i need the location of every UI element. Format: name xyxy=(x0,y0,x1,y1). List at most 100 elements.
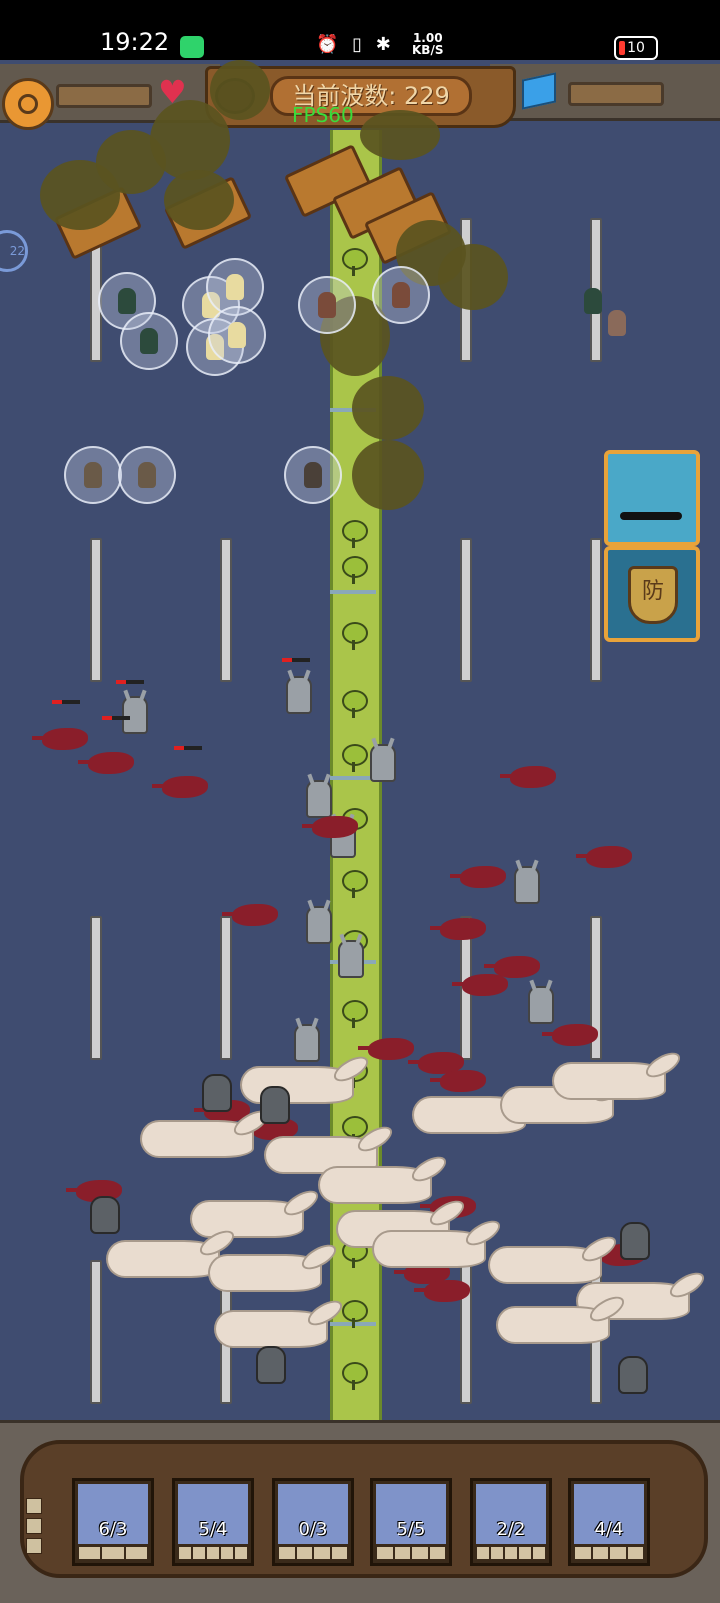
unit-traits xyxy=(179,1547,247,1559)
network-speed-unit: KB/S xyxy=(412,43,444,57)
tree-icon xyxy=(342,622,368,652)
rat-enemy xyxy=(452,974,508,996)
tree-icon xyxy=(342,1000,368,1030)
skeleton-enemy xyxy=(338,940,364,978)
rat-enemy xyxy=(358,1038,414,1060)
skeleton-enemy xyxy=(514,866,540,904)
smoke-cloud xyxy=(352,440,424,510)
lane-post xyxy=(590,538,602,682)
unit-card-catapult[interactable]: 5/5 xyxy=(370,1478,452,1566)
shielded-unit xyxy=(118,446,176,504)
sword-icon xyxy=(620,512,682,520)
resource-bar xyxy=(568,82,664,106)
unit-card-pistoleer[interactable]: 5/4 xyxy=(172,1478,254,1566)
unit-traits xyxy=(79,1547,147,1559)
wolf-enemy xyxy=(208,1254,322,1292)
wolf-enemy xyxy=(488,1246,602,1284)
tree-icon xyxy=(342,520,368,550)
unit-count: 0/3 xyxy=(298,1519,328,1540)
smoke-cloud xyxy=(150,100,230,180)
lane-post xyxy=(90,1260,102,1404)
unit-traits xyxy=(477,1547,545,1559)
rat-enemy xyxy=(222,904,278,926)
mini-icon xyxy=(26,1518,42,1534)
shielded-unit xyxy=(64,446,122,504)
hooded-enemy xyxy=(202,1074,232,1112)
shield-icon: 防 xyxy=(628,566,678,624)
rat-enemy xyxy=(484,956,540,978)
rat-enemy xyxy=(576,846,632,868)
hooded-enemy xyxy=(618,1356,648,1394)
skeleton-enemy xyxy=(286,676,312,714)
rat-enemy xyxy=(430,1070,486,1092)
wolf-enemy xyxy=(496,1306,610,1344)
lane-post xyxy=(220,538,232,682)
shielded-unit xyxy=(372,266,430,324)
wolf-enemy xyxy=(140,1120,254,1158)
tree-icon xyxy=(342,556,368,586)
status-icons: ⏰ ▯ ✱ xyxy=(316,34,395,55)
defense-skill-button[interactable]: 防 xyxy=(604,546,700,642)
smoke-cloud xyxy=(360,110,440,160)
shielded-unit xyxy=(208,306,266,364)
rat-enemy xyxy=(32,728,88,750)
smoke-cloud xyxy=(352,376,424,440)
rat-enemy xyxy=(302,816,358,838)
wolf-enemy xyxy=(240,1066,354,1104)
app-notification-icon xyxy=(180,36,204,58)
status-bar: 19:22 ⏰ ▯ ✱ 1.00 KB/S 10 xyxy=(0,0,720,60)
enemy-health-bar xyxy=(282,658,310,662)
battery-icon: 10 xyxy=(614,36,658,60)
unit-traits xyxy=(279,1547,347,1559)
rat-enemy xyxy=(430,918,486,940)
unit-card-gunslinger[interactable]: 6/3 xyxy=(72,1478,154,1566)
smoke-cloud xyxy=(164,170,234,230)
skeleton-enemy xyxy=(306,780,332,818)
mini-icon xyxy=(26,1498,42,1514)
shielded-unit xyxy=(298,276,356,334)
tree-icon xyxy=(342,248,368,278)
lane-divider xyxy=(330,590,376,594)
unit-traits xyxy=(377,1547,445,1559)
rat-enemy xyxy=(500,766,556,788)
unit-count: 5/5 xyxy=(396,1519,426,1540)
mini-icon xyxy=(26,1538,42,1554)
skeleton-enemy xyxy=(122,696,148,734)
unit-card-priestess[interactable]: 4/4 xyxy=(568,1478,650,1566)
unit-count: 2/2 xyxy=(496,1519,526,1540)
enemy-health-bar xyxy=(174,746,202,750)
mini-icon-column xyxy=(26,1498,42,1558)
wolf-enemy xyxy=(214,1310,328,1348)
tree-icon xyxy=(342,1362,368,1392)
wolf-enemy xyxy=(552,1062,666,1100)
smoke-cloud xyxy=(210,60,270,120)
rat-enemy xyxy=(542,1024,598,1046)
lane-post xyxy=(220,916,232,1060)
weapon-skill-button[interactable] xyxy=(604,450,700,546)
skeleton-enemy xyxy=(528,986,554,1024)
hooded-enemy xyxy=(256,1346,286,1384)
shielded-unit xyxy=(284,446,342,504)
allied-unit xyxy=(584,288,602,314)
rat-enemy xyxy=(414,1280,470,1302)
lane-post xyxy=(460,538,472,682)
skeleton-enemy xyxy=(370,744,396,782)
unit-count: 4/4 xyxy=(594,1519,624,1540)
wolf-enemy xyxy=(372,1230,486,1268)
unit-card-assassin[interactable]: 2/2 xyxy=(470,1478,552,1566)
unit-card-alchemist[interactable]: 0/3 xyxy=(272,1478,354,1566)
hooded-enemy xyxy=(90,1196,120,1234)
tree-icon xyxy=(342,690,368,720)
hooded-enemy xyxy=(260,1086,290,1124)
tree-icon xyxy=(342,1300,368,1330)
skeleton-enemy xyxy=(306,906,332,944)
tree-icon xyxy=(342,870,368,900)
rat-enemy xyxy=(450,866,506,888)
tree-icon xyxy=(342,744,368,774)
enemy-health-bar xyxy=(116,680,144,684)
unit-traits xyxy=(575,1547,643,1559)
edge-indicator[interactable]: 22 xyxy=(0,230,28,272)
settings-gear-icon[interactable] xyxy=(2,78,54,130)
wolf-enemy xyxy=(106,1240,220,1278)
unit-count: 5/4 xyxy=(198,1519,228,1540)
